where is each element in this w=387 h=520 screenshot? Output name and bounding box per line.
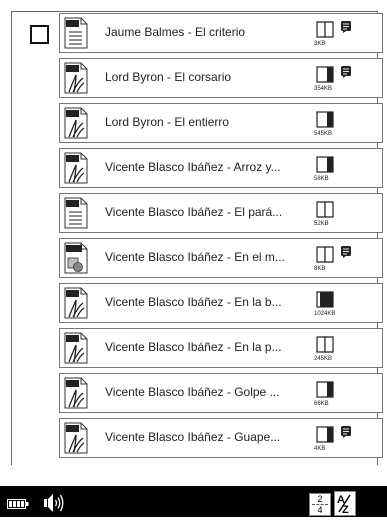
file-row[interactable]: Jaume Balmes - El criterio 3KB: [59, 13, 383, 53]
file-size: 245KB: [314, 356, 333, 362]
sort-az-icon: A Z: [337, 494, 351, 516]
file-row[interactable]: Vicente Blasco Ibáñez - Golpe ... 66KB: [59, 373, 383, 413]
file-row[interactable]: Vicente Blasco Ibáñez - En la b... 1024KB: [59, 283, 383, 323]
battery-icon: [7, 499, 29, 509]
status-bar: 2 4 A Z: [0, 486, 387, 517]
pdf-file-icon: [64, 107, 88, 139]
file-row[interactable]: Vicente Blasco Ibáñez - En el m... 8KB: [59, 238, 383, 278]
note-icon: [341, 426, 351, 438]
book-open-icon: [316, 336, 334, 353]
txt-file-icon: [64, 17, 88, 49]
sort-button[interactable]: A Z: [334, 491, 356, 516]
pdf-file-icon: [64, 62, 88, 94]
file-list: Jaume Balmes - El criterio 3KB Lord Byron …: [11, 11, 383, 465]
file-size: 1024KB: [314, 311, 336, 317]
file-row[interactable]: Lord Byron - El entierro 545KB: [59, 103, 383, 143]
book-open-icon: [316, 201, 334, 218]
book-partial-icon: [316, 66, 334, 83]
file-row[interactable]: Vicente Blasco Ibáñez - Guape... 4KB: [59, 418, 383, 458]
file-size: 545KB: [314, 131, 333, 137]
file-title: Vicente Blasco Ibáñez - En la p...: [105, 340, 282, 354]
pdf-file-icon: [64, 287, 88, 319]
note-icon: [341, 21, 351, 33]
note-icon: [341, 246, 351, 258]
page-total: 4: [317, 505, 323, 515]
book-closed-icon: [316, 291, 334, 308]
pdf-file-icon: [64, 152, 88, 184]
page-current: 2: [317, 494, 323, 504]
file-size: 4KB: [314, 446, 326, 452]
pdf-file-icon: [64, 377, 88, 409]
file-title: Vicente Blasco Ibáñez - Golpe ...: [105, 385, 280, 399]
file-row[interactable]: Vicente Blasco Ibáñez - Arroz y... 58KB: [59, 148, 383, 188]
file-title: Lord Byron - El corsario: [105, 70, 232, 84]
pdf-file-icon: [64, 422, 88, 454]
file-title: Vicente Blasco Ibáñez - Arroz y...: [105, 160, 281, 174]
page-indicator[interactable]: 2 4: [309, 493, 331, 516]
txt-file-icon: [64, 197, 88, 229]
file-title: Vicente Blasco Ibáñez - El pará...: [105, 205, 283, 219]
book-open-icon: [316, 246, 334, 263]
note-icon: [341, 66, 351, 78]
jpeg-file-icon: [64, 242, 88, 274]
book-partial-icon: [316, 426, 334, 443]
file-row[interactable]: Lord Byron - El corsario 354KB: [59, 58, 383, 98]
file-title: Jaume Balmes - El criterio: [105, 25, 246, 39]
file-title: Lord Byron - El entierro: [105, 115, 230, 129]
file-size: 52KB: [314, 221, 329, 227]
book-partial-icon: [316, 156, 334, 173]
book-open-icon: [316, 21, 334, 38]
book-partial-icon: [316, 111, 334, 128]
speaker-icon[interactable]: [43, 493, 65, 513]
file-size: 66KB: [314, 401, 329, 407]
select-all-checkbox[interactable]: [30, 25, 49, 44]
file-size: 354KB: [314, 86, 333, 92]
file-row[interactable]: Vicente Blasco Ibáñez - En la p... 245KB: [59, 328, 383, 368]
file-title: Vicente Blasco Ibáñez - Guape...: [105, 430, 281, 444]
file-size: 58KB: [314, 176, 329, 182]
file-size: 3KB: [314, 41, 326, 47]
pdf-file-icon: [64, 332, 88, 364]
file-size: 8KB: [314, 266, 326, 272]
file-row[interactable]: Vicente Blasco Ibáñez - El pará... 52KB: [59, 193, 383, 233]
file-title: Vicente Blasco Ibáñez - En la b...: [105, 295, 282, 309]
file-title: Vicente Blasco Ibáñez - En el m...: [105, 250, 285, 264]
book-partial-icon: [316, 381, 334, 398]
